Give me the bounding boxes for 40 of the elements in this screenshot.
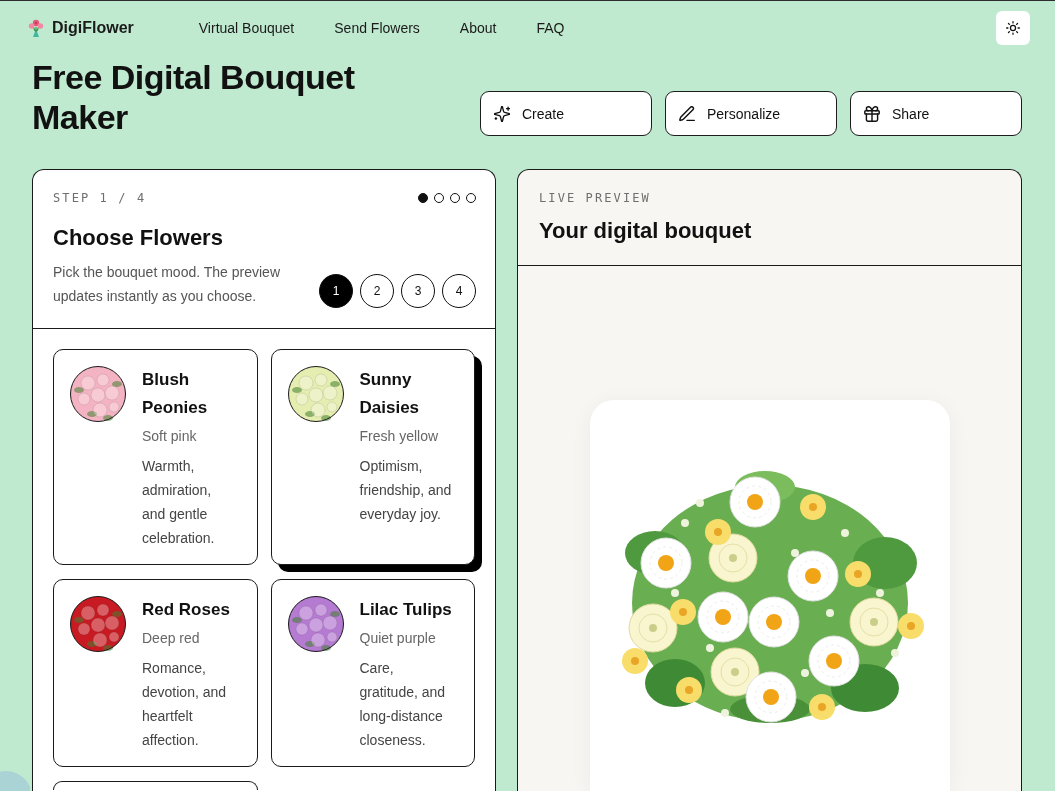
pen-icon <box>679 105 695 122</box>
brand-name[interactable]: DigiFlower <box>52 18 134 37</box>
preview-title: Your digital bouquet <box>539 217 753 245</box>
flower-name: Sunny Daisies <box>359 369 421 419</box>
flower-tone: Deep red <box>142 629 201 648</box>
flower-tone: Soft pink <box>142 427 198 446</box>
flower-card[interactable]: Red Roses Deep red Romance, devotion, and heartfelt affection. <box>53 579 258 767</box>
sparkle-icon <box>494 105 510 122</box>
flower-name: Red Roses <box>142 599 231 621</box>
flower-meaning: Care, gratitude, and long-distance closeness. <box>359 659 447 750</box>
section-title: Choose Flowers <box>53 224 224 252</box>
flower-name: Blush Peonies <box>142 369 209 419</box>
theme-toggle-button[interactable] <box>996 10 1030 45</box>
nav-link[interactable]: Send Flowers <box>334 19 420 36</box>
flower-card[interactable] <box>53 781 258 790</box>
nav-link[interactable]: About <box>459 19 497 36</box>
action-button[interactable]: Create <box>480 91 652 136</box>
bouquet-icon <box>28 17 44 38</box>
flower-meaning: Optimism, friendship, and everyday joy. <box>359 457 453 524</box>
step-button[interactable]: 1 <box>319 274 353 308</box>
step-button[interactable]: 4 <box>442 274 476 308</box>
preview-label: LIVE PREVIEW <box>539 191 652 205</box>
action-button[interactable]: Share <box>850 91 1022 136</box>
flower-card[interactable]: Blush Peonies Soft pink Warmth, admiration, and gentle celebration. <box>53 349 258 565</box>
flower-name: Lilac Tulips <box>359 599 453 621</box>
section-description: Pick the bouquet mood. The preview updates instantly as you choose. <box>53 263 281 306</box>
flower-meaning: Warmth, admiration, and gentle celebration. <box>142 457 216 548</box>
step-button[interactable]: 2 <box>360 274 394 308</box>
sun-icon <box>1006 20 1020 35</box>
flower-tone: Quiet purple <box>359 629 437 648</box>
flower-card[interactable]: Lilac Tulips Quiet purple Care, gratitude, and long-distance closeness. <box>270 579 475 767</box>
nav-link[interactable]: Virtual Bouquet <box>198 19 295 36</box>
flower-meaning: Romance, devotion, and heartfelt affection. <box>142 659 228 750</box>
page-title: Free Digital Bouquet Maker <box>32 57 356 137</box>
gift-icon <box>864 105 880 122</box>
step-label: STEP 1 / 4 <box>53 191 147 205</box>
nav-link[interactable]: FAQ <box>536 19 565 36</box>
action-button[interactable]: Personalize <box>665 91 837 136</box>
flower-tone: Fresh yellow <box>359 427 440 446</box>
step-button[interactable]: 3 <box>401 274 435 308</box>
